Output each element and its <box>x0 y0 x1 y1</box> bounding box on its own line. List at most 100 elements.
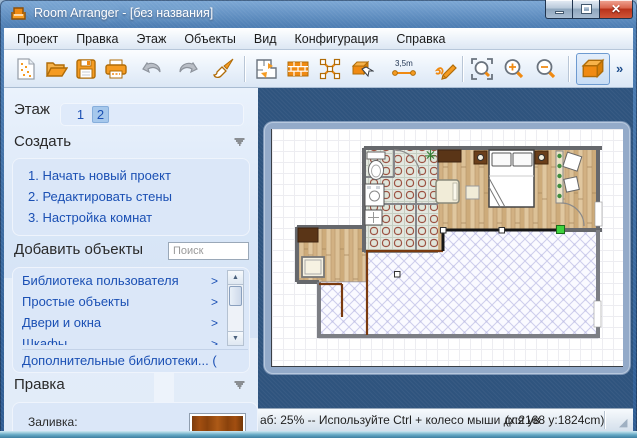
pen-icon <box>434 57 458 81</box>
close-icon: ✕ <box>611 3 621 15</box>
floor-plan[interactable] <box>272 129 624 367</box>
zoom-out-icon <box>534 57 558 81</box>
libraries-list: Библиотека пользователя > Простые объект… <box>22 270 220 345</box>
open-button[interactable] <box>42 55 70 83</box>
bed[interactable] <box>489 150 534 207</box>
app-logo-icon <box>10 6 27 21</box>
library-item-user[interactable]: Библиотека пользователя > <box>22 270 220 291</box>
scroll-up-icon[interactable]: ▲ <box>228 271 243 285</box>
collapse-create-icon[interactable] <box>234 138 245 147</box>
edit-walls-button[interactable] <box>284 55 312 83</box>
print-button[interactable] <box>102 55 130 83</box>
minimize-button[interactable] <box>545 0 573 19</box>
view-3d-icon <box>580 56 606 82</box>
toilet[interactable] <box>367 152 385 180</box>
library-item-wardrobes[interactable]: Шкафы > <box>22 333 220 345</box>
chevron-right-icon: > <box>211 316 218 330</box>
maximize-button[interactable] <box>573 0 600 19</box>
library-item-doors-windows[interactable]: Двери и окна > <box>22 312 220 333</box>
minimize-icon <box>555 11 564 14</box>
fill-color-swatch[interactable] <box>189 413 246 431</box>
menu-project[interactable]: Проект <box>8 29 67 49</box>
armchair[interactable] <box>436 180 459 203</box>
menu-view[interactable]: Вид <box>245 29 286 49</box>
paintbrush-icon <box>211 57 235 81</box>
paint-button[interactable] <box>209 55 237 83</box>
menu-help[interactable]: Справка <box>387 29 454 49</box>
chair-rotated-bottom[interactable] <box>564 177 579 192</box>
washing-machine[interactable] <box>365 184 384 206</box>
menu-objects[interactable]: Объекты <box>175 29 245 49</box>
view-3d-button[interactable] <box>576 53 610 85</box>
collapse-edit-icon[interactable] <box>234 381 245 390</box>
redo-icon <box>176 57 200 81</box>
nightstand-right[interactable] <box>535 151 548 164</box>
edit-rooms-button[interactable] <box>252 55 280 83</box>
floor-button-1[interactable]: 1 <box>72 106 89 123</box>
scroll-down-icon[interactable]: ▼ <box>228 331 243 345</box>
scrollbar-thumb[interactable] <box>229 286 242 306</box>
print-icon <box>104 57 128 81</box>
window-bottom-border <box>0 431 637 438</box>
draw-button[interactable] <box>432 55 460 83</box>
3d-object-cursor-icon <box>350 57 374 81</box>
libraries-scrollbar[interactable]: ▲ ▼ <box>227 270 244 346</box>
statusbar: аб: 25% -- Используйте Ctrl + колесо мыш… <box>258 408 633 431</box>
kitchen-counter[interactable] <box>425 150 461 162</box>
fill-box: Заливка: <box>12 402 258 431</box>
menu-edit[interactable]: Правка <box>67 29 127 49</box>
chevron-right-icon: > <box>211 337 218 346</box>
side-table[interactable] <box>466 186 479 199</box>
floor-button-2[interactable]: 2 <box>92 106 109 123</box>
toolbar-overflow-chevron[interactable]: » <box>616 61 623 76</box>
undo-icon <box>140 57 164 81</box>
fill-color-preview <box>192 416 243 431</box>
chevron-right-icon: > <box>211 295 218 309</box>
hall-cabinet[interactable] <box>298 228 318 242</box>
nightstand-left[interactable] <box>474 151 487 164</box>
menu-configuration[interactable]: Конфигурация <box>286 29 388 49</box>
edit-section-title: Правка <box>14 376 65 393</box>
chevron-right-icon: > <box>211 274 218 288</box>
titlebar[interactable]: Room Arranger - [без названия] ✕ <box>0 0 637 28</box>
selection-handle-green <box>557 226 565 234</box>
sidebar: Этаж 1 2 Создать 1. Начать новый проект … <box>4 88 258 431</box>
window-title: Room Arranger - [без названия] <box>34 6 213 20</box>
undo-button[interactable] <box>138 55 166 83</box>
statusbar-separator <box>604 411 605 429</box>
libraries-box: Библиотека пользователя > Простые объект… <box>12 267 250 373</box>
link-start-new-project[interactable]: 1. Начать новый проект <box>28 168 171 183</box>
link-additional-libraries[interactable]: Дополнительные библиотеки... ( <box>22 349 248 368</box>
redo-button[interactable] <box>174 55 202 83</box>
menubar: Проект Правка Этаж Объекты Вид Конфигура… <box>4 28 633 50</box>
close-button[interactable]: ✕ <box>600 0 633 19</box>
plan-page[interactable] <box>271 129 623 367</box>
library-item-simple-objects[interactable]: Простые объекты > <box>22 291 220 312</box>
insert-3d-object-button[interactable] <box>348 55 376 83</box>
toolbar: 3,5m <box>4 50 633 88</box>
measure-button[interactable]: 3,5m <box>390 55 418 83</box>
link-edit-walls[interactable]: 2. Редактировать стены <box>28 189 172 204</box>
link-room-setup[interactable]: 3. Настройка комнат <box>28 210 152 225</box>
fill-label: Заливка: <box>28 415 78 429</box>
resize-grip-icon[interactable]: ◢ <box>619 417 631 429</box>
hall-table[interactable] <box>302 257 324 277</box>
floor-switcher: 1 2 <box>60 103 244 126</box>
object-search-input[interactable] <box>168 242 249 260</box>
sink[interactable] <box>365 210 382 225</box>
bookshelf[interactable] <box>556 151 563 203</box>
create-links-box: 1. Начать новый проект 2. Редактировать … <box>12 158 250 236</box>
zoom-in-button[interactable] <box>500 55 528 83</box>
save-button[interactable] <box>72 55 100 83</box>
status-message: аб: 25% -- Используйте Ctrl + колесо мыш… <box>260 413 540 427</box>
zoom-to-fit-button[interactable] <box>468 55 496 83</box>
drawing-canvas[interactable] <box>258 88 633 408</box>
new-project-button[interactable] <box>12 55 40 83</box>
open-folder-icon <box>44 57 68 81</box>
floor-label: Этаж <box>14 101 50 118</box>
zoom-out-button[interactable] <box>532 55 560 83</box>
transform-button[interactable] <box>316 55 344 83</box>
svg-text:3,5m: 3,5m <box>395 59 413 68</box>
create-section-title: Создать <box>14 133 71 150</box>
menu-floor[interactable]: Этаж <box>127 29 175 49</box>
